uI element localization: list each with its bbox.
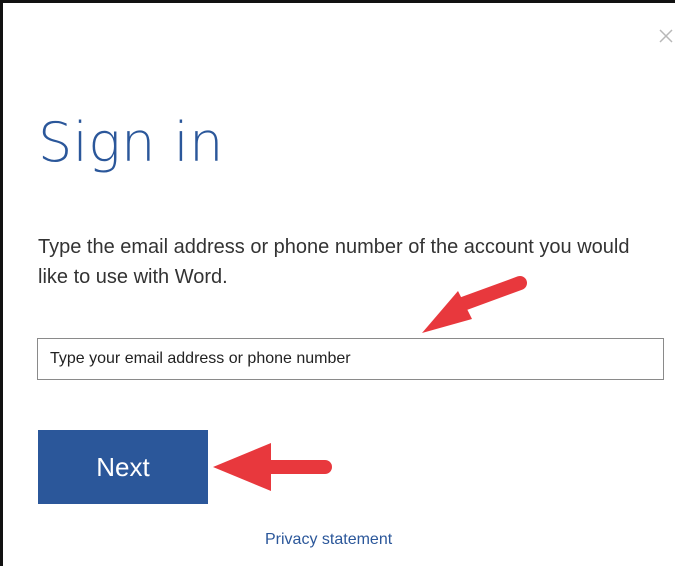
red-arrow-icon [213,443,332,491]
red-arrow-icon [422,276,527,333]
close-icon[interactable] [657,27,675,45]
email-field[interactable] [37,338,664,380]
next-button[interactable]: Next [38,430,208,504]
privacy-statement-link[interactable]: Privacy statement [265,531,392,549]
page-title: Sign in [38,111,224,174]
instructions-text: Type the email address or phone number o… [38,236,630,288]
sign-in-dialog: Sign in Type the email address or phone … [0,0,675,566]
